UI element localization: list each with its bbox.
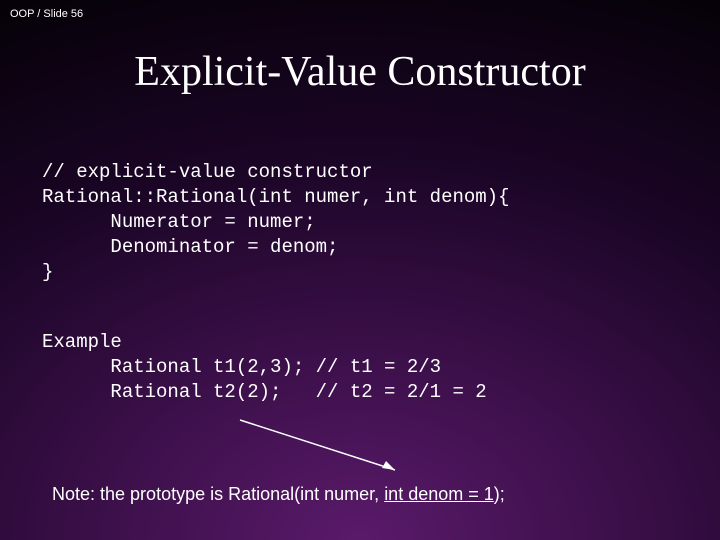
example-line: Example bbox=[42, 331, 122, 353]
code-line: Numerator = numer; bbox=[42, 211, 316, 233]
note-suffix: ); bbox=[494, 484, 505, 504]
slide: OOP / Slide 56 Explicit-Value Constructo… bbox=[0, 0, 720, 540]
code-block: // explicit-value constructor Rational::… bbox=[42, 160, 509, 285]
code-line: } bbox=[42, 261, 53, 283]
example-line: Rational t2(2); // t2 = 2/1 = 2 bbox=[42, 381, 487, 403]
slide-title: Explicit-Value Constructor bbox=[0, 48, 720, 96]
arrow-icon bbox=[230, 410, 410, 480]
code-line: Denominator = denom; bbox=[42, 236, 338, 258]
note-text: Note: the prototype is Rational(int nume… bbox=[52, 484, 505, 505]
note-underlined: int denom = 1 bbox=[384, 484, 494, 504]
code-line: // explicit-value constructor bbox=[42, 161, 373, 183]
example-block: Example Rational t1(2,3); // t1 = 2/3 Ra… bbox=[42, 330, 487, 405]
code-line: Rational::Rational(int numer, int denom)… bbox=[42, 186, 509, 208]
slide-header: OOP / Slide 56 bbox=[10, 8, 83, 20]
note-prefix: Note: the prototype is Rational(int nume… bbox=[52, 484, 384, 504]
example-line: Rational t1(2,3); // t1 = 2/3 bbox=[42, 356, 441, 378]
